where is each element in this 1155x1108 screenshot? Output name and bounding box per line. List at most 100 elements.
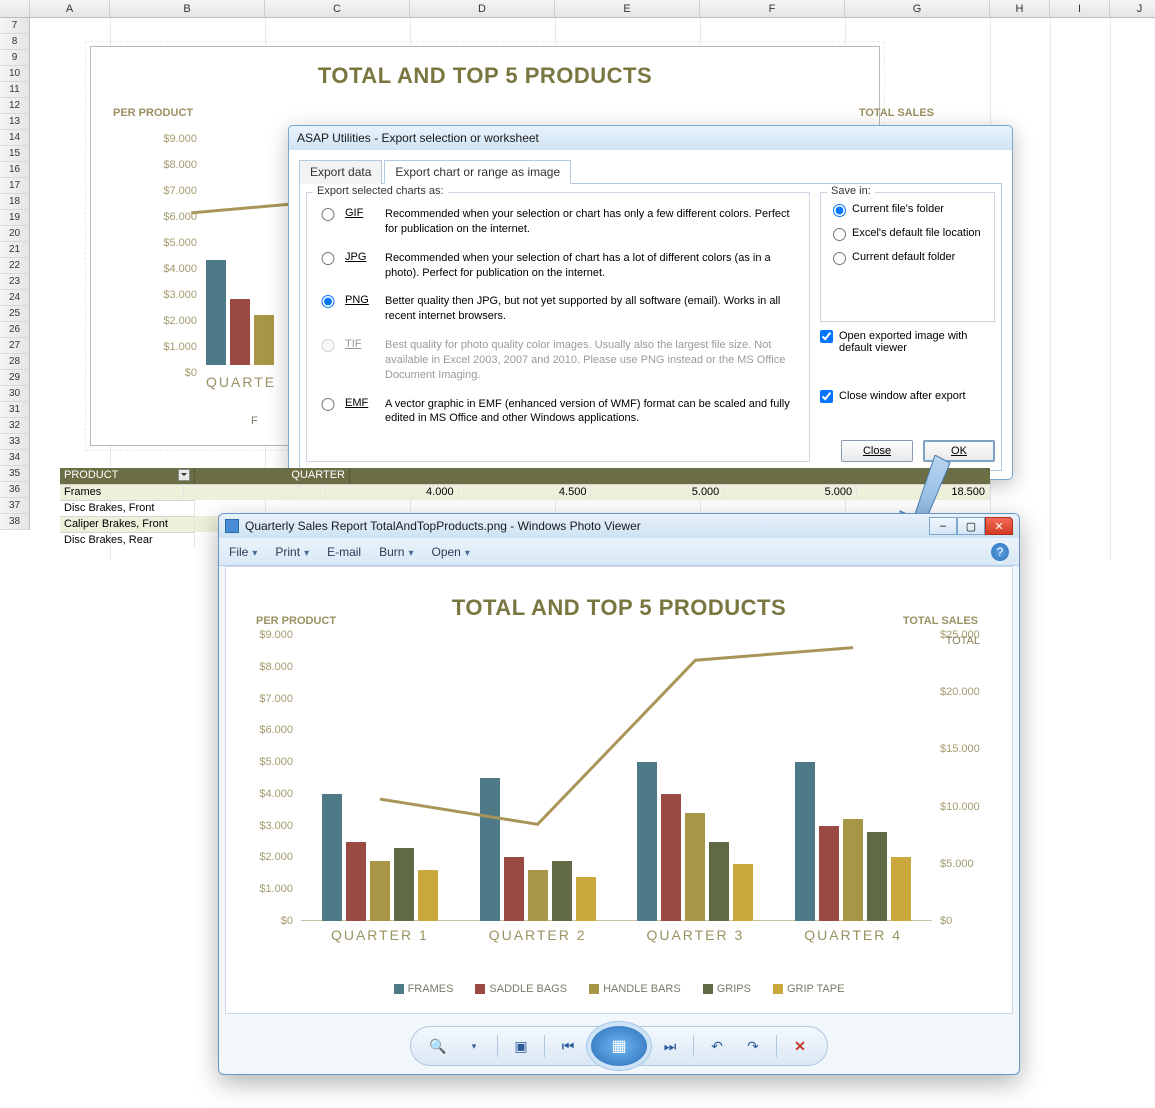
savein-option[interactable]: Current default folder — [833, 251, 984, 265]
row-header[interactable]: 11 — [0, 82, 29, 98]
format-option-gif[interactable]: GIFRecommended when your selection or ch… — [321, 207, 799, 237]
format-radio[interactable] — [321, 208, 335, 221]
menu-print[interactable]: Print — [275, 545, 309, 559]
row-header[interactable]: 15 — [0, 146, 29, 162]
dialog-titlebar[interactable]: ASAP Utilities - Export selection or wor… — [289, 126, 1012, 150]
pv-titlebar[interactable]: Quarterly Sales Report TotalAndTopProduc… — [219, 514, 1019, 538]
row-header[interactable]: 25 — [0, 306, 29, 322]
row-header[interactable]: 23 — [0, 274, 29, 290]
row-header[interactable]: 35 — [0, 466, 29, 482]
rotate-cw-icon[interactable]: ↷ — [740, 1033, 766, 1059]
next-icon[interactable]: ⏭ — [657, 1033, 683, 1059]
row-header[interactable]: 14 — [0, 130, 29, 146]
row-header[interactable]: 12 — [0, 98, 29, 114]
prev-icon[interactable]: ⏮ — [555, 1033, 581, 1059]
col-header[interactable]: D — [410, 0, 555, 17]
format-fieldset: Export selected charts as: GIFRecommende… — [306, 192, 810, 462]
row-header[interactable]: 13 — [0, 114, 29, 130]
savein-radio[interactable] — [833, 252, 846, 265]
col-header[interactable]: C — [265, 0, 410, 17]
ytick-left: $6.000 — [259, 724, 301, 736]
col-product[interactable]: PRODUCT — [60, 468, 195, 484]
left-axis-label: PER PRODUCT — [113, 107, 193, 119]
tab-export-data[interactable]: Export data — [299, 160, 382, 184]
row-header[interactable]: 9 — [0, 50, 29, 66]
check-open-viewer[interactable] — [820, 330, 833, 343]
menu-file[interactable]: File — [229, 545, 257, 559]
savein-option[interactable]: Excel's default file location — [833, 227, 984, 241]
rotate-ccw-icon[interactable]: ↶ — [704, 1033, 730, 1059]
savein-radio[interactable] — [833, 228, 846, 241]
row-header[interactable]: 22 — [0, 258, 29, 274]
row-header[interactable]: 8 — [0, 34, 29, 50]
legend-item: FRAMES — [394, 983, 454, 995]
ok-button[interactable]: OK — [923, 440, 995, 462]
col-header[interactable]: H — [990, 0, 1050, 17]
fit-screen-icon[interactable]: ▣ — [508, 1033, 534, 1059]
col-header[interactable]: G — [845, 0, 990, 17]
format-radio[interactable] — [321, 252, 335, 265]
row-header[interactable]: 31 — [0, 402, 29, 418]
legend-item: SADDLE BAGS — [475, 983, 567, 995]
col-header[interactable]: F — [700, 0, 845, 17]
help-icon[interactable]: ? — [991, 543, 1009, 561]
minimize-button[interactable]: – — [929, 517, 957, 535]
row-header[interactable]: 33 — [0, 434, 29, 450]
savein-radio[interactable] — [833, 204, 846, 217]
format-desc: A vector graphic in EMF (enhanced versio… — [385, 397, 799, 427]
col-header[interactable]: J — [1110, 0, 1155, 17]
row-header[interactable]: 28 — [0, 354, 29, 370]
table-row[interactable]: Frames 4.000 4.500 5.000 5.000 18.500 — [60, 484, 990, 500]
format-option-emf[interactable]: EMFA vector graphic in EMF (enhanced ver… — [321, 397, 799, 427]
col-header[interactable]: B — [110, 0, 265, 17]
col-header[interactable]: I — [1050, 0, 1110, 17]
savein-fieldset: Save in: Current file's folderExcel's de… — [820, 192, 995, 322]
row-header[interactable]: 38 — [0, 514, 29, 530]
col-quarter[interactable]: QUARTER — [195, 468, 350, 484]
row-header[interactable]: 37 — [0, 498, 29, 514]
row-header[interactable]: 27 — [0, 338, 29, 354]
row-header[interactable]: 10 — [0, 66, 29, 82]
menu-open[interactable]: Open — [432, 545, 470, 559]
close-window-button[interactable]: ✕ — [985, 517, 1013, 535]
format-option-png[interactable]: PNGBetter quality then JPG, but not yet … — [321, 294, 799, 324]
format-radio[interactable] — [321, 398, 335, 411]
row-header[interactable]: 20 — [0, 226, 29, 242]
savein-option[interactable]: Current file's folder — [833, 203, 984, 217]
close-button[interactable]: Close — [841, 440, 913, 462]
maximize-button[interactable]: ▢ — [957, 517, 985, 535]
top-xlabel-q1: QUARTE — [206, 374, 276, 390]
format-radio[interactable] — [321, 295, 335, 308]
row-header[interactable]: 30 — [0, 386, 29, 402]
check-open-viewer-row[interactable]: Open exported image with default viewer — [820, 330, 995, 354]
check-close-after-row[interactable]: Close window after export — [820, 390, 995, 403]
row-header[interactable]: 34 — [0, 450, 29, 466]
row-header[interactable]: 19 — [0, 210, 29, 226]
left-axis-label: PER PRODUCT — [256, 615, 336, 627]
row-header[interactable]: 32 — [0, 418, 29, 434]
delete-icon[interactable]: ✕ — [787, 1033, 813, 1059]
row-header[interactable]: 18 — [0, 194, 29, 210]
format-option-jpg[interactable]: JPGRecommended when your selection of ch… — [321, 251, 799, 281]
row-header[interactable]: 16 — [0, 162, 29, 178]
tab-export-chart[interactable]: Export chart or range as image — [384, 160, 571, 184]
menu-e-mail[interactable]: E-mail — [327, 545, 361, 559]
col-header[interactable]: E — [555, 0, 700, 17]
row-header[interactable]: 29 — [0, 370, 29, 386]
row-header[interactable]: 7 — [0, 18, 29, 34]
row-header[interactable]: 26 — [0, 322, 29, 338]
dialog-tabs: Export data Export chart or range as ima… — [299, 160, 1002, 184]
row-header[interactable]: 21 — [0, 242, 29, 258]
zoom-icon[interactable]: 🔍 — [425, 1033, 451, 1059]
savein-legend: Save in: — [827, 185, 875, 197]
zoom-dropdown-icon[interactable]: ▾ — [461, 1033, 487, 1059]
filter-icon[interactable] — [178, 469, 190, 481]
menu-burn[interactable]: Burn — [379, 545, 413, 559]
slideshow-button[interactable]: ▦ — [591, 1026, 647, 1066]
col-header[interactable]: A — [30, 0, 110, 17]
row-header[interactable]: 17 — [0, 178, 29, 194]
ytick: $5.000 — [141, 237, 197, 249]
row-header[interactable]: 36 — [0, 482, 29, 498]
check-close-after[interactable] — [820, 390, 833, 403]
row-header[interactable]: 24 — [0, 290, 29, 306]
